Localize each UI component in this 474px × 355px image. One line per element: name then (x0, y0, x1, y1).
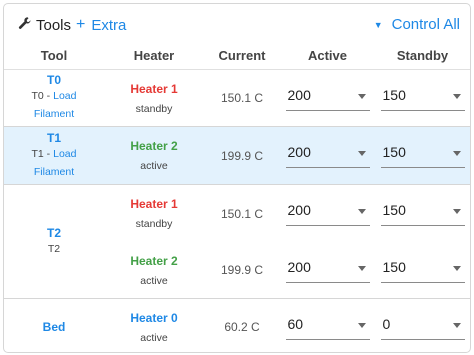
active-temp-select[interactable]: 200 (285, 198, 370, 227)
select-value: 150 (382, 86, 406, 103)
control-all-button[interactable]: ▼ Control All (374, 16, 460, 33)
tool-sub-label: T1 - (31, 147, 54, 160)
table-row-t2-heater1: T2 T2 Heater 1 standby 150.1 C 200 150 (4, 184, 470, 299)
heater-cell: Heater 0 active (104, 298, 204, 352)
extra-label: Extra (91, 16, 127, 34)
heater-name[interactable]: Heater 2 (104, 139, 204, 153)
chevron-down-icon (452, 322, 461, 328)
current-temp: 150.1 C (204, 184, 280, 243)
heater-state: active (140, 160, 168, 172)
heater-name[interactable]: Heater 2 (104, 254, 204, 268)
wrench-icon (18, 16, 32, 35)
select-value: 150 (382, 202, 406, 219)
caret-down-icon: ▼ (373, 19, 383, 30)
heater-cell: Heater 1 standby (104, 184, 204, 243)
select-value: 60 (287, 315, 304, 332)
chevron-down-icon (452, 265, 461, 271)
tool-cell-t1: T1 T1 - Load Filament (4, 126, 104, 185)
column-header-active: Active (280, 42, 375, 70)
standby-temp-select[interactable]: 150 (380, 83, 465, 111)
tool-cell-bed: Bed (4, 298, 104, 352)
tools-panel: Tools + Extra ▼ Control All Tool Heater … (3, 3, 471, 353)
tool-sub-t2: T2 (47, 242, 61, 255)
standby-temp-select[interactable]: 150 (380, 198, 465, 227)
tool-name-t0[interactable]: T0 (4, 73, 104, 87)
tools-table: Tool Heater Current Active Standby T0 T0… (4, 42, 470, 352)
heater-name[interactable]: Heater 1 (104, 197, 204, 211)
active-temp-select[interactable]: 200 (285, 140, 370, 168)
select-value: 200 (287, 144, 311, 160)
table-row-bed: Bed Heater 0 active 60.2 C 60 0 (4, 298, 470, 352)
table-row-t1: T1 T1 - Load Filament Heater 2 active 199… (4, 126, 470, 185)
current-temp: 60.2 C (204, 298, 280, 352)
current-temp: 199.9 C (204, 126, 280, 185)
current-temp: 150.1 C (220, 91, 264, 105)
tool-sub-t0: T0 - Load Filament (4, 87, 104, 123)
select-value: 150 (382, 144, 406, 160)
bed-name[interactable]: Bed (4, 320, 104, 334)
heater-state: active (140, 331, 168, 344)
heater-state: active (140, 274, 168, 287)
tools-title: Tools (18, 16, 71, 35)
control-all-label: Control All (391, 16, 460, 33)
tool-cell-t0: T0 T0 - Load Filament (4, 70, 104, 127)
current-temp: 199.9 C (220, 263, 264, 278)
standby-temp-select[interactable]: 150 (380, 140, 465, 168)
chevron-down-icon (357, 209, 366, 215)
panel-title: Tools (36, 17, 72, 34)
load-filament-link-2[interactable]: Filament (34, 108, 74, 120)
table-header-row: Tool Heater Current Active Standby (4, 42, 470, 70)
column-header-current: Current (204, 42, 280, 70)
chevron-down-icon (357, 151, 366, 156)
heater-state: standby (135, 102, 173, 115)
select-value: 0 (382, 315, 391, 332)
active-temp-select[interactable]: 200 (285, 255, 370, 283)
tool-cell-t2: T2 T2 (4, 184, 104, 299)
load-filament-link[interactable]: Load (53, 90, 76, 102)
plus-icon: + (76, 16, 86, 33)
chevron-down-icon (357, 93, 366, 99)
chevron-down-icon (452, 93, 461, 99)
extra-button[interactable]: + Extra (76, 16, 126, 34)
standby-temp-select[interactable]: 0 (380, 312, 465, 340)
select-value: 200 (287, 86, 311, 103)
load-filament-link-2[interactable]: Filament (34, 166, 74, 178)
heater-cell: Heater 1 standby (104, 70, 204, 127)
heater-name[interactable]: Heater 1 (104, 82, 204, 96)
tool-name-t1[interactable]: T1 (4, 131, 104, 145)
heater-name[interactable]: Heater 0 (104, 311, 204, 325)
select-value: 150 (382, 258, 406, 275)
chevron-down-icon (452, 209, 461, 215)
chevron-down-icon (357, 322, 366, 328)
heater-state: standby (135, 218, 173, 231)
select-value: 200 (287, 258, 311, 275)
tool-name-t2[interactable]: T2 (4, 226, 104, 240)
tool-sub-t1: T1 - Load Filament (4, 145, 104, 181)
panel-header: Tools + Extra ▼ Control All (4, 4, 470, 42)
column-header-tool: Tool (4, 42, 104, 70)
load-filament-link[interactable]: Load (53, 148, 76, 160)
chevron-down-icon (357, 265, 366, 271)
column-header-heater: Heater (104, 42, 204, 70)
select-value: 200 (287, 202, 311, 219)
standby-temp-select[interactable]: 150 (380, 255, 465, 283)
column-header-standby: Standby (375, 42, 470, 70)
active-temp-select[interactable]: 60 (285, 312, 370, 340)
table-row-t0: T0 T0 - Load Filament Heater 1 standby 15… (4, 70, 470, 127)
heater-cell: Heater 2 active (104, 243, 204, 299)
heater-cell: Heater 2 active (104, 126, 204, 185)
chevron-down-icon (452, 151, 461, 156)
tool-sub-label: T0 - (31, 90, 54, 102)
active-temp-select[interactable]: 200 (285, 83, 370, 111)
